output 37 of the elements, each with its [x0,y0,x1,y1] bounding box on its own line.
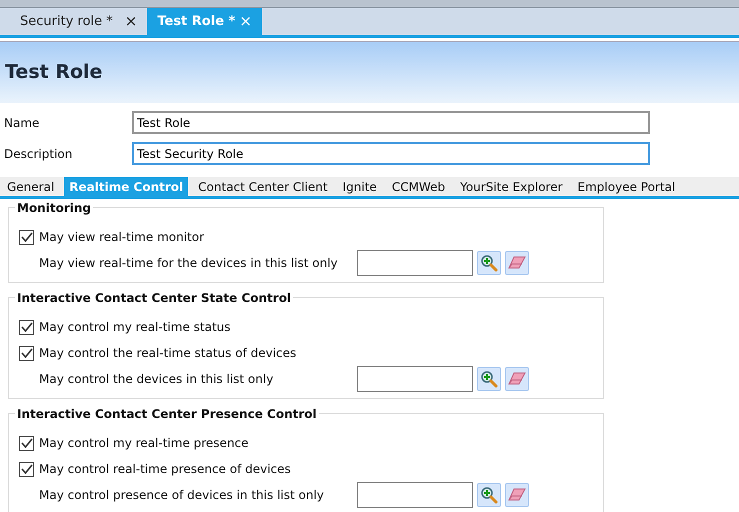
search-add-button[interactable] [477,251,501,275]
field-label: Description [4,146,74,162]
text-field[interactable]: Test Role [132,111,650,134]
tab[interactable]: Contact Center Client [193,177,333,196]
close-icon[interactable]: × [124,10,138,33]
eraser-button[interactable] [505,251,529,275]
checkbox[interactable] [19,320,34,334]
checkbox[interactable] [19,462,34,476]
tab[interactable]: Ignite [338,177,382,196]
checkbox[interactable] [19,436,34,450]
tab-label: Test Role * [157,12,236,31]
checkbox-label: May control my real-time presence [39,435,249,452]
tab[interactable]: CCMWeb [386,177,450,196]
text-field[interactable]: Test Security Role [132,142,650,165]
device-list-field[interactable] [357,250,473,276]
option-label: May view real-time for the devices in this list only [39,255,339,272]
tab[interactable]: Employee Portal [572,177,680,196]
checkbox[interactable] [19,230,34,244]
eraser-button[interactable] [505,367,529,391]
page-title: Test Role [0,41,739,103]
option-label: May control the devices in this list only [39,371,274,388]
tab[interactable]: General [2,177,60,196]
field-label: Name [4,114,40,132]
search-add-button[interactable] [477,483,501,507]
checkbox-label: May control the real-time status of devices [39,345,296,362]
checkbox-label: May control real-time presence of devices [39,461,291,478]
tab-label: Security role * [20,12,113,31]
device-list-field[interactable] [357,482,473,508]
checkbox-label: May control my real-time status [39,319,231,336]
checkbox[interactable] [19,346,34,360]
checkbox-label: May view real-time monitor [39,229,204,246]
tab[interactable]: YourSite Explorer [455,177,568,196]
document-tab[interactable]: Security role * × [10,8,148,35]
device-list-field[interactable] [357,366,473,392]
option-label: May control presence of devices in this list only [39,487,325,504]
search-add-button[interactable] [477,367,501,391]
eraser-button[interactable] [505,483,529,507]
